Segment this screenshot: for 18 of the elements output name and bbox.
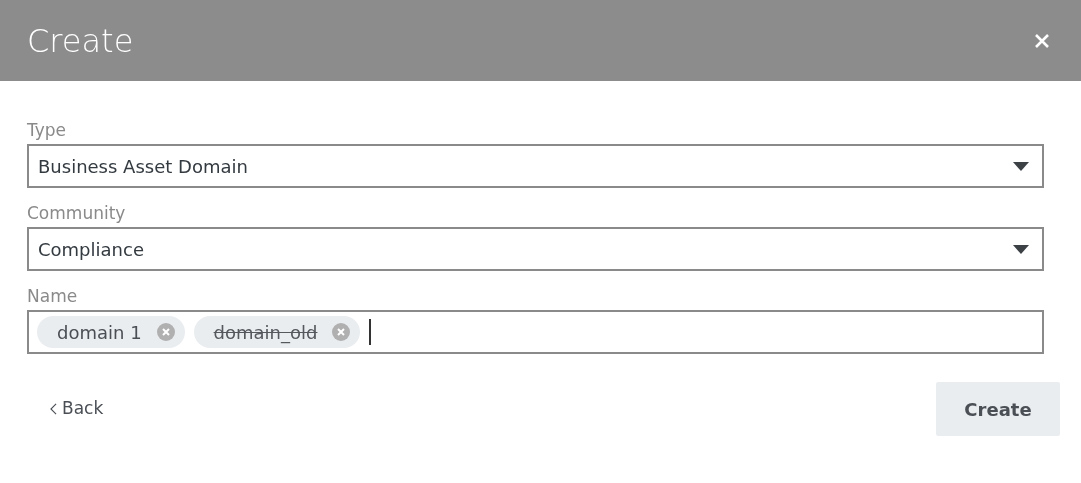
remove-tag-icon[interactable] [156, 323, 175, 341]
dropdown-arrow-icon [1013, 244, 1029, 254]
dialog-title: Create [27, 20, 134, 62]
tag-chip: domain 1 [37, 316, 185, 348]
dropdown-arrow-icon [1013, 161, 1029, 171]
close-icon[interactable] [1033, 31, 1051, 50]
tag-chip: domain_old [193, 316, 361, 348]
field-label: Community [27, 202, 126, 224]
field-label: Name [27, 285, 78, 307]
text-cursor [369, 319, 372, 345]
back-link[interactable]: Back [50, 396, 104, 422]
chevron-left-icon [50, 403, 57, 415]
remove-tag-icon[interactable] [332, 323, 351, 341]
field-label: Type [27, 119, 67, 141]
dropdown[interactable]: Business Asset Domain [27, 144, 1044, 188]
tag-input-field[interactable]: domain 1 domain_old [27, 310, 1044, 354]
create-button[interactable]: Create [936, 382, 1060, 436]
dropdown[interactable]: Compliance [27, 227, 1044, 271]
